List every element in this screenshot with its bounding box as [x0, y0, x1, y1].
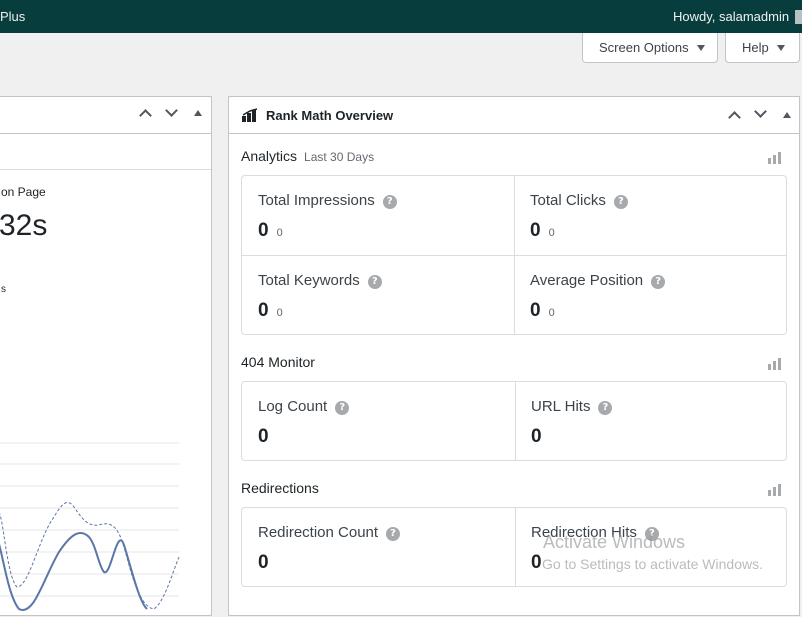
screen-options-label: Screen Options — [599, 40, 689, 55]
total-impressions-value: 00 — [258, 220, 283, 241]
help-icon[interactable]: ? — [651, 275, 666, 289]
left-widget: on Page 32s s — [0, 96, 212, 616]
metric-value: 32s — [0, 209, 48, 242]
caret-down-icon — [776, 44, 785, 51]
toggle-panel-icon[interactable] — [194, 110, 202, 116]
url-hits-label: URL Hits? — [531, 398, 613, 415]
url-hits-value: 0 — [531, 426, 542, 447]
analytics-section-title: Analytics Last 30 Days — [241, 148, 374, 164]
chart-series-solid — [0, 532, 148, 611]
average-position-diff: 0 — [548, 307, 555, 319]
redirection-count-label: Redirection Count? — [258, 524, 401, 541]
metric-label: on Page — [1, 185, 46, 199]
line-chart — [0, 442, 180, 611]
help-label: Help — [742, 40, 769, 55]
log-count-label: Log Count? — [258, 398, 350, 415]
average-position-label: Average Position? — [530, 272, 666, 289]
avatar[interactable] — [795, 10, 802, 24]
widget-header: Rank Math Overview — [229, 97, 799, 134]
redirections-stats-box: Redirection Count? 0 Redirection Hits? 0 — [241, 507, 787, 587]
bar-chart-icon[interactable] — [768, 484, 782, 496]
total-clicks-value: 00 — [530, 220, 555, 241]
move-down-icon[interactable] — [165, 104, 178, 117]
chart-legend-label: s — [1, 284, 6, 295]
bar-chart-icon[interactable] — [768, 358, 782, 370]
redirection-count-value: 0 — [258, 552, 269, 573]
total-keywords-diff: 0 — [276, 307, 283, 319]
admin-bar-account-link[interactable]: Howdy, salamadmin — [673, 9, 789, 24]
screen-options-button[interactable]: Screen Options — [582, 33, 718, 63]
activate-windows-watermark: Activate Windows — [543, 532, 686, 552]
move-up-icon[interactable] — [728, 111, 741, 124]
chart-series-dashed — [0, 502, 180, 610]
analytics-stats-box: Total Impressions? 00 Total Clicks? 00 T… — [241, 175, 787, 335]
redirections-section-title: Redirections — [241, 480, 319, 496]
caret-down-icon — [696, 44, 705, 51]
total-keywords-label: Total Keywords? — [258, 272, 382, 289]
redirection-hits-value: 0 — [531, 552, 542, 573]
help-icon[interactable]: ? — [613, 195, 628, 209]
admin-bar-site-link[interactable]: Plus — [0, 9, 25, 24]
move-down-icon[interactable] — [754, 105, 767, 118]
rank-math-overview-widget: Rank Math Overview Analytics Last 30 Days… — [228, 96, 800, 616]
divider — [242, 255, 786, 256]
widget-title: Rank Math Overview — [266, 108, 394, 123]
average-position-value: 00 — [530, 300, 555, 321]
left-widget-header — [0, 97, 211, 134]
total-keywords-value: 00 — [258, 300, 283, 321]
section-subtitle: Last 30 Days — [304, 150, 375, 164]
move-up-icon[interactable] — [139, 109, 152, 122]
total-clicks-diff: 0 — [548, 227, 555, 239]
help-icon[interactable]: ? — [367, 275, 382, 289]
404-monitor-section-title: 404 Monitor — [241, 354, 315, 370]
divider — [0, 169, 211, 170]
log-count-value: 0 — [258, 426, 269, 447]
toggle-panel-icon[interactable] — [783, 112, 791, 118]
help-icon[interactable]: ? — [335, 401, 350, 415]
help-button[interactable]: Help — [725, 33, 800, 63]
activate-windows-subtext: Go to Settings to activate Windows. — [542, 556, 763, 572]
total-clicks-label: Total Clicks? — [530, 192, 628, 209]
help-icon[interactable]: ? — [386, 527, 401, 541]
divider — [515, 382, 516, 460]
404-monitor-stats-box: Log Count? 0 URL Hits? 0 — [241, 381, 787, 461]
divider — [515, 508, 516, 586]
bar-chart-icon[interactable] — [768, 152, 782, 164]
help-icon[interactable]: ? — [598, 401, 613, 415]
rank-math-logo-icon — [242, 108, 258, 122]
total-impressions-diff: 0 — [276, 227, 283, 239]
total-impressions-label: Total Impressions? — [258, 192, 397, 209]
admin-bar: Plus Howdy, salamadmin — [0, 0, 802, 33]
help-icon[interactable]: ? — [382, 195, 397, 209]
section-heading: Analytics — [241, 148, 298, 164]
